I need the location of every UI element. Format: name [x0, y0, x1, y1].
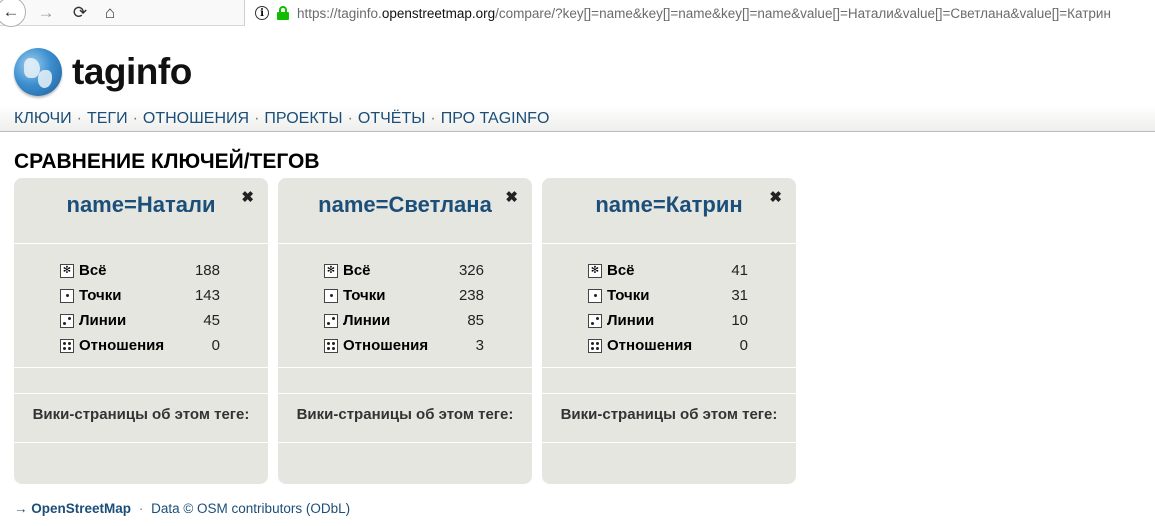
back-button[interactable]: ← [0, 0, 26, 27]
relation-icon [324, 338, 338, 353]
nav-keys[interactable]: КЛЮЧИ [14, 110, 72, 128]
taginfo-logo[interactable]: taginfo [14, 48, 192, 96]
tag-title-link[interactable]: name=Натали [14, 192, 268, 218]
stat-row-all: ✻ Всё 326 [324, 258, 484, 283]
nav-separator: · [430, 109, 436, 127]
nav-about[interactable]: ПРО TAGINFO [441, 110, 550, 128]
back-arrow-icon: ← [2, 2, 20, 21]
stat-row-ways: Линии 10 [588, 308, 748, 333]
tag-title-link[interactable]: name=Катрин [542, 192, 796, 218]
home-button[interactable]: ⌂ [96, 0, 124, 26]
nav-projects[interactable]: ПРОЕКТЫ [264, 110, 342, 128]
compare-box-1: name=Натали ✖ ✻ Всё 188 Точки 143 Линии … [14, 178, 268, 484]
nav-tags[interactable]: ТЕГИ [87, 110, 128, 128]
stat-row-relations: Отношения 0 [588, 333, 748, 358]
nav-separator: · [132, 109, 138, 127]
page-title: СРАВНЕНИЕ КЛЮЧЕЙ/ТЕГОВ [14, 150, 320, 173]
stats-table: ✻ Всё 41 Точки 31 Линии 10 Отношения 0 [588, 258, 748, 358]
tag-title-link[interactable]: name=Светлана [278, 192, 532, 218]
way-icon [60, 313, 74, 328]
nav-separator: · [347, 109, 353, 127]
relation-icon [588, 338, 602, 353]
stat-row-nodes: Точки 31 [588, 283, 748, 308]
logo-text: taginfo [72, 51, 192, 92]
info-icon[interactable]: i [255, 6, 269, 20]
all-objects-icon: ✻ [588, 263, 602, 278]
wiki-pages-label: Вики-страницы об этом теге: [296, 406, 514, 423]
forward-button[interactable]: → [32, 0, 60, 26]
globe-icon [14, 48, 62, 96]
footer: → OpenStreetMap · Data © OSM contributor… [14, 501, 350, 516]
arrow-right-icon: → [14, 501, 28, 516]
openstreetmap-link[interactable]: → OpenStreetMap [14, 501, 131, 516]
all-objects-icon: ✻ [60, 263, 74, 278]
stat-row-ways: Линии 45 [60, 308, 220, 333]
reload-button[interactable]: ⟳ [66, 0, 94, 26]
url-bar[interactable]: i https://taginfo.openstreetmap.org/comp… [244, 0, 1155, 26]
forward-arrow-icon: → [37, 3, 55, 22]
relation-icon [60, 338, 74, 353]
browser-toolbar: ← → ⟳ ⌂ i https://taginfo.openstreetmap.… [0, 0, 1155, 27]
node-icon [324, 288, 338, 303]
wiki-pages-label: Вики-страницы об этом теге: [32, 406, 250, 423]
close-icon[interactable]: ✖ [769, 188, 782, 206]
nav-relations[interactable]: ОТНОШЕНИЯ [143, 110, 249, 128]
all-objects-icon: ✻ [324, 263, 338, 278]
stat-row-relations: Отношения 3 [324, 333, 484, 358]
stats-table: ✻ Всё 326 Точки 238 Линии 85 Отношения 3 [324, 258, 484, 358]
stat-row-nodes: Точки 238 [324, 283, 484, 308]
node-icon [60, 288, 74, 303]
reload-icon: ⟳ [72, 3, 88, 22]
url-text[interactable]: https://taginfo.openstreetmap.org/compar… [297, 6, 1111, 21]
nav-separator: · [254, 109, 260, 127]
stat-row-nodes: Точки 143 [60, 283, 220, 308]
compare-box-2: name=Светлана ✖ ✻ Всё 326 Точки 238 Лини… [278, 178, 532, 484]
home-icon: ⌂ [104, 3, 116, 22]
nav-reports[interactable]: ОТЧЁТЫ [358, 110, 426, 128]
stat-row-all: ✻ Всё 41 [588, 258, 748, 283]
node-icon [588, 288, 602, 303]
stat-row-relations: Отношения 0 [60, 333, 220, 358]
way-icon [588, 313, 602, 328]
lock-icon[interactable] [277, 6, 289, 20]
nav-separator: · [76, 109, 82, 127]
stat-row-ways: Линии 85 [324, 308, 484, 333]
way-icon [324, 313, 338, 328]
main-nav: КЛЮЧИ · ТЕГИ · ОТНОШЕНИЯ · ПРОЕКТЫ · ОТЧ… [0, 106, 1155, 132]
compare-box-3: name=Катрин ✖ ✻ Всё 41 Точки 31 Линии 10… [542, 178, 796, 484]
close-icon[interactable]: ✖ [505, 188, 518, 206]
stat-row-all: ✻ Всё 188 [60, 258, 220, 283]
wiki-pages-label: Вики-страницы об этом теге: [560, 406, 778, 423]
stats-table: ✻ Всё 188 Точки 143 Линии 45 Отношения 0 [60, 258, 220, 358]
data-license-link[interactable]: Data © OSM contributors (ODbL) [151, 501, 350, 516]
close-icon[interactable]: ✖ [241, 188, 254, 206]
footer-separator: · [138, 501, 144, 516]
